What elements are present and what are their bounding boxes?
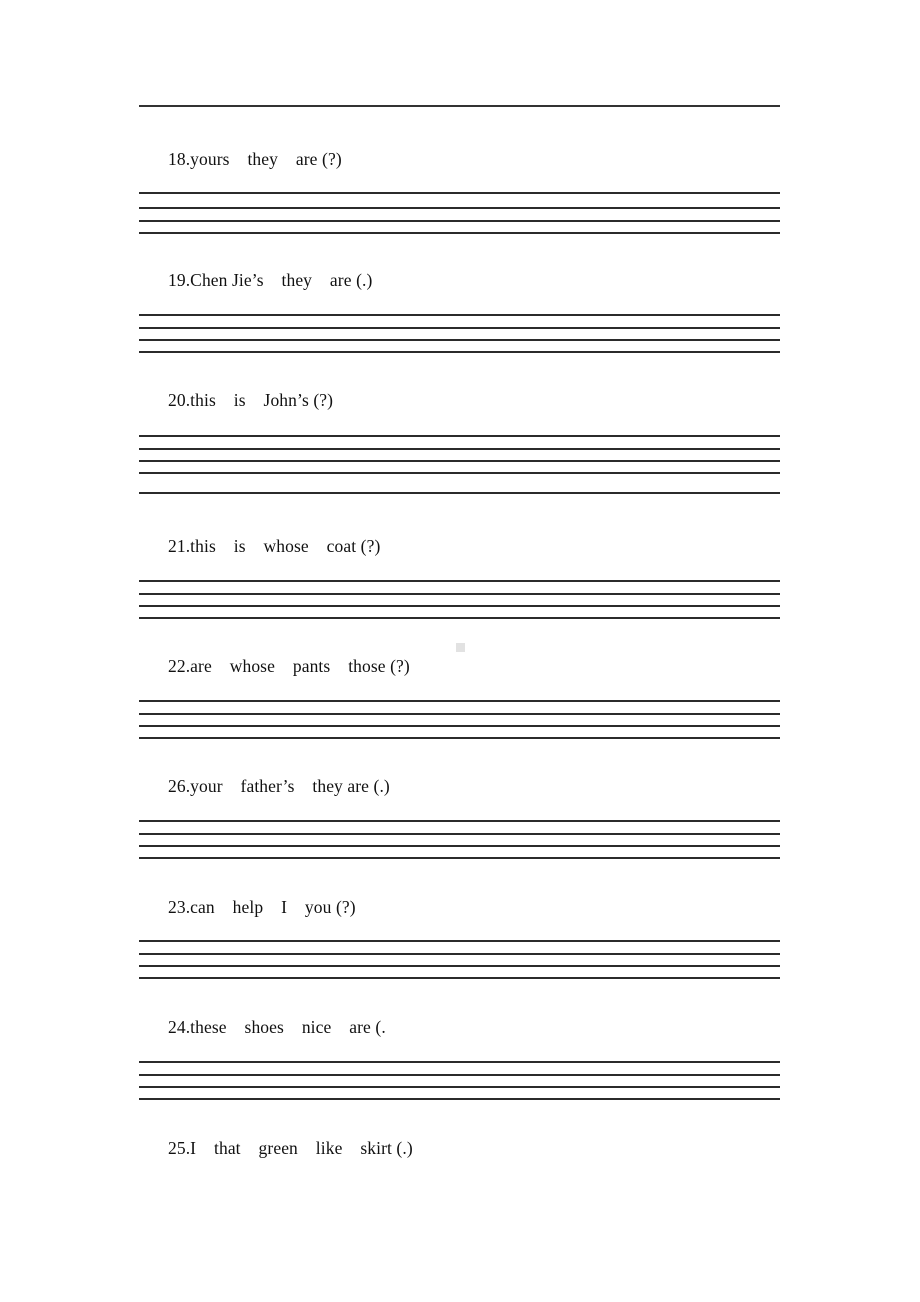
- question-text-q23: 23.can help I you (?): [168, 897, 356, 917]
- answer-rule-q20-1: [139, 435, 780, 437]
- answer-rule-q23-1: [139, 940, 780, 942]
- answer-rule-q24-3: [139, 1086, 780, 1088]
- answer-rule-q26-1: [139, 820, 780, 822]
- question-text-q19: 19.Chen Jie’s they are (.): [168, 270, 373, 290]
- answer-rule-q24-4: [139, 1098, 780, 1100]
- answer-rule-q23-2: [139, 953, 780, 955]
- answer-rule-q26-4: [139, 857, 780, 859]
- answer-rule-q24-2: [139, 1074, 780, 1076]
- question-text-q22: 22.are whose pants those (?): [168, 656, 410, 676]
- answer-rule-q23-3: [139, 965, 780, 967]
- top-divider-rule: [139, 105, 780, 107]
- answer-rule-q21-2: [139, 593, 780, 595]
- answer-rule-q21-3: [139, 605, 780, 607]
- answer-rule-q18-2: [139, 207, 780, 209]
- answer-rule-q22-2: [139, 713, 780, 715]
- worksheet-page: 18.yours they are (?) 19.Chen Jie’s they …: [0, 0, 920, 1302]
- answer-rule-q21-4: [139, 617, 780, 619]
- question-text-q24: 24.these shoes nice are (.: [168, 1017, 386, 1037]
- answer-rule-q20-3: [139, 460, 780, 462]
- question-text-q20: 20.this is John’s (?): [168, 390, 334, 410]
- gray-speck: [456, 643, 465, 652]
- answer-rule-q18-1: [139, 192, 780, 194]
- answer-rule-q22-1: [139, 700, 780, 702]
- answer-rule-q19-2: [139, 327, 780, 329]
- answer-rule-q24-1: [139, 1061, 780, 1063]
- answer-rule-q20-2: [139, 448, 780, 450]
- answer-rule-q22-4: [139, 737, 780, 739]
- question-text-q26: 26.your father’s they are (.): [168, 776, 390, 796]
- answer-rule-q18-3: [139, 220, 780, 222]
- question-text-q25: 25.I that green like skirt (.): [168, 1138, 413, 1158]
- answer-rule-q20-5: [139, 492, 780, 494]
- question-text-q18: 18.yours they are (?): [168, 149, 342, 169]
- answer-rule-q19-3: [139, 339, 780, 341]
- question-text-q21: 21.this is whose coat (?): [168, 536, 381, 556]
- answer-rule-q19-1: [139, 314, 780, 316]
- answer-rule-q22-3: [139, 725, 780, 727]
- answer-rule-q20-4: [139, 472, 780, 474]
- answer-rule-q18-4: [139, 232, 780, 234]
- answer-rule-q23-4: [139, 977, 780, 979]
- answer-rule-q21-1: [139, 580, 780, 582]
- answer-rule-q19-4: [139, 351, 780, 353]
- answer-rule-q26-3: [139, 845, 780, 847]
- answer-rule-q26-2: [139, 833, 780, 835]
